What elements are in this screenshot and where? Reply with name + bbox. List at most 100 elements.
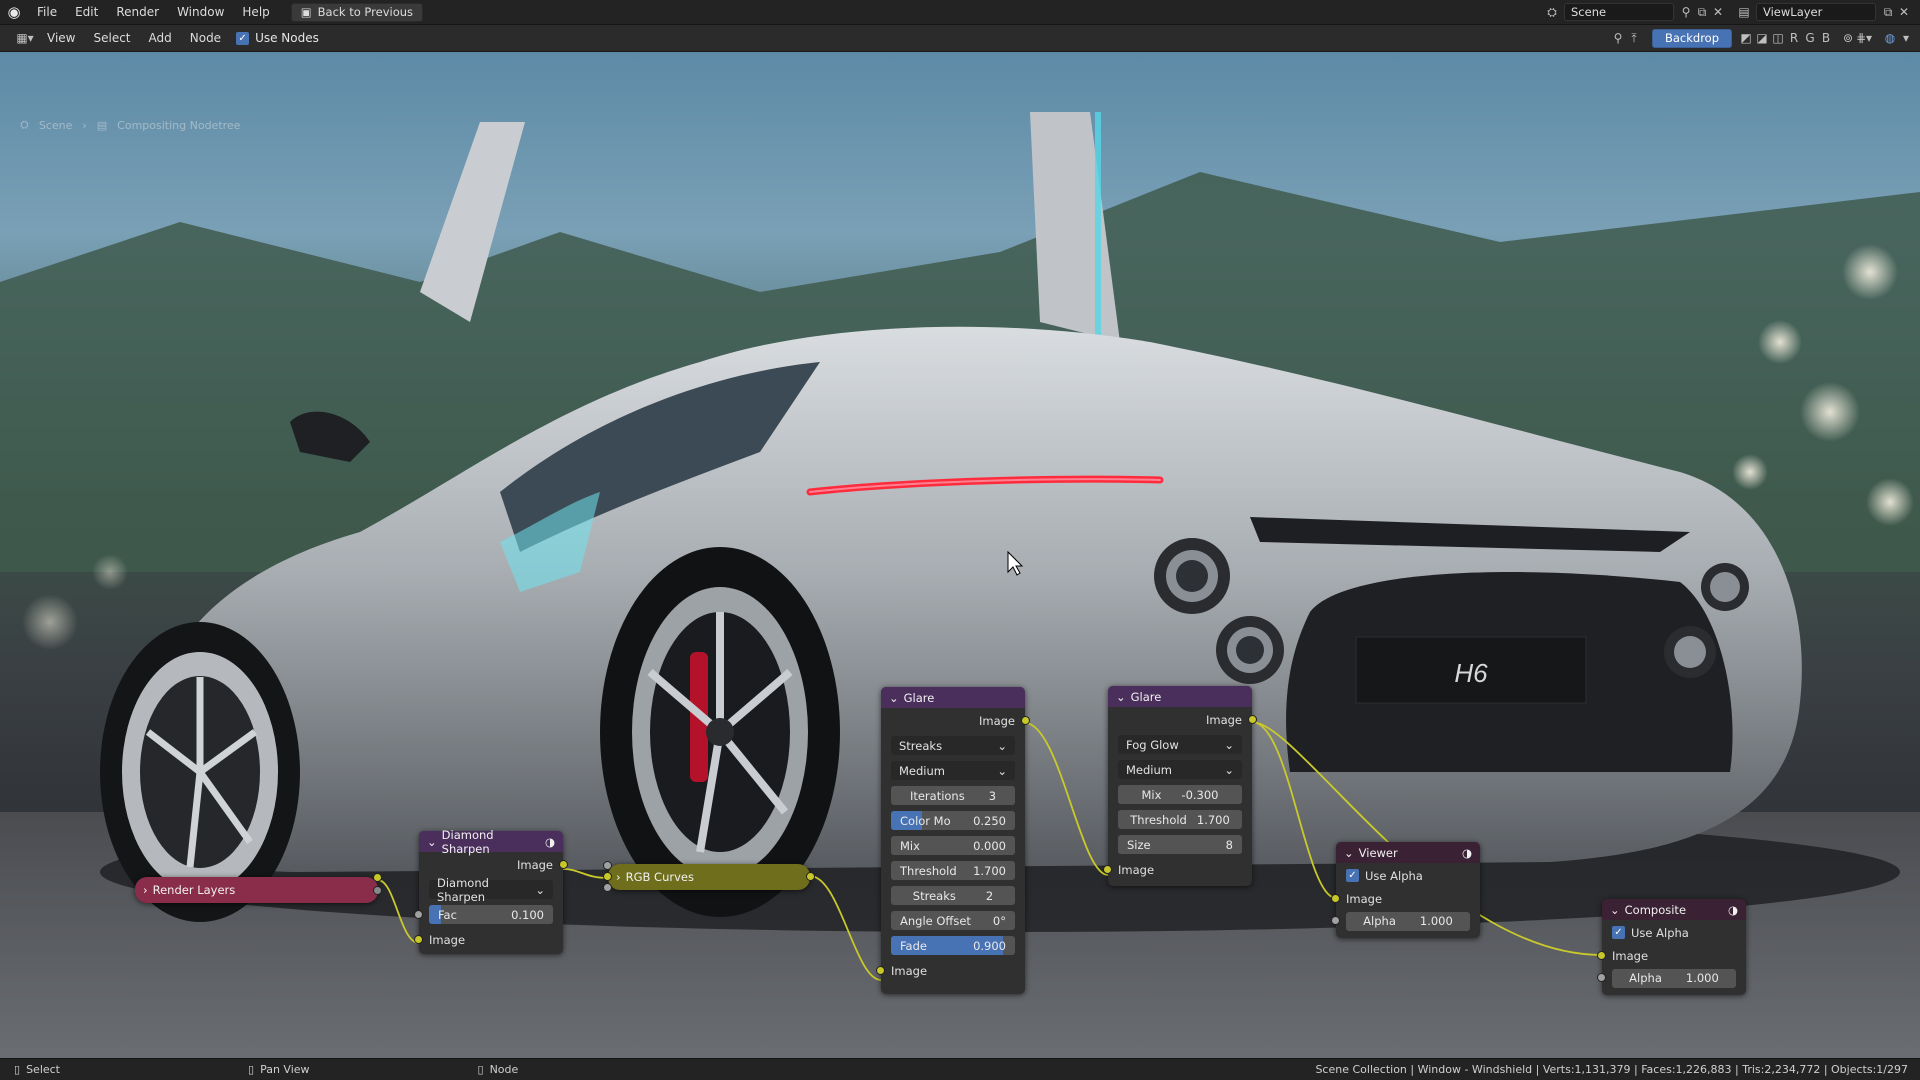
menu-help[interactable]: Help [233, 0, 278, 25]
dropdown-value: Diamond Sharpen [437, 875, 489, 904]
socket-image-input[interactable] [1597, 951, 1606, 960]
field-label: Mix [1141, 787, 1162, 802]
menu-edit[interactable]: Edit [66, 0, 107, 25]
checkmark-icon: ✓ [236, 31, 250, 45]
color-modulation-field[interactable]: Color Mo 0.250 [891, 811, 1015, 830]
blender-logo-icon[interactable]: ◉ [0, 0, 28, 25]
chevron-down-icon[interactable]: ⌄ [1344, 846, 1354, 860]
overlays-dropdown-icon[interactable]: ▾ [1898, 30, 1914, 46]
iterations-field[interactable]: Iterations 3 [891, 786, 1015, 805]
socket-image-output[interactable] [559, 860, 568, 869]
snap-icon[interactable]: ⊚ [1840, 30, 1856, 46]
node-render-layers[interactable]: › Render Layers [135, 873, 382, 903]
threshold-field[interactable]: Threshold 1.700 [1118, 810, 1242, 829]
node-composite[interactable]: ⌄ Composite ◑ ✓ Use Alpha Image Alpha 1.… [1597, 899, 1746, 995]
scene-name-field[interactable]: Scene [1564, 3, 1674, 21]
field-value: 0.000 [973, 838, 1006, 853]
chevron-right-icon[interactable]: › [143, 883, 148, 897]
menu-render[interactable]: Render [107, 0, 168, 25]
preview-sphere-icon[interactable]: ◑ [545, 835, 555, 849]
chevron-down-icon[interactable]: ⌄ [427, 835, 437, 849]
socket-fac-input[interactable] [414, 910, 423, 919]
socket-image-output[interactable] [373, 873, 382, 882]
channel-g-button[interactable]: G [1802, 30, 1818, 46]
viewlayer-browse-icon[interactable]: ▤ [1736, 4, 1752, 20]
socket-image-output[interactable] [1021, 716, 1030, 725]
back-to-previous-button[interactable]: ▣ Back to Previous [290, 2, 424, 22]
quality-dropdown[interactable]: Medium ⌄ [891, 761, 1015, 780]
fade-field[interactable]: Fade 0.900 [891, 936, 1015, 955]
snap-settings-icon[interactable]: ⋕▾ [1856, 30, 1872, 46]
overlays-icon[interactable]: ◍ [1882, 30, 1898, 46]
threshold-row: Threshold 1.700 [1108, 807, 1252, 832]
alpha-field[interactable]: Alpha 1.000 [1612, 968, 1736, 988]
socket-image-input[interactable] [876, 966, 885, 975]
chevron-right-icon[interactable]: › [616, 870, 621, 884]
delete-viewlayer-icon[interactable]: ✕ [1896, 4, 1912, 20]
node-rgb-curves[interactable]: › RGB Curves [603, 861, 815, 892]
use-alpha-checkbox[interactable]: ✓ Use Alpha [1346, 869, 1423, 883]
node-diamond-sharpen[interactable]: ⌄ Diamond Sharpen ◑ Image Diamond Sharpe… [414, 828, 568, 954]
node-glare-fog-glow[interactable]: ⌄ Glare Image Fog Glow ⌄ Medium ⌄ Mix -0… [1103, 686, 1257, 886]
node-glare-streaks[interactable]: ⌄ Glare Image Streaks ⌄ Medium ⌄ Iterati… [876, 687, 1030, 994]
pin-icon[interactable]: ⚲ [1610, 30, 1626, 46]
socket-fac-input[interactable] [603, 861, 612, 870]
filter-type-dropdown[interactable]: Diamond Sharpen ⌄ [429, 876, 553, 904]
menu-node[interactable]: Node [181, 26, 230, 51]
glare-type-dropdown[interactable]: Fog Glow ⌄ [1118, 735, 1242, 754]
socket-image-output[interactable] [1248, 715, 1257, 724]
new-viewlayer-icon[interactable]: ⧉ [1880, 4, 1896, 20]
backdrop-image-icon[interactable]: ◩ [1738, 30, 1754, 46]
glare-type-dropdown[interactable]: Streaks ⌄ [891, 736, 1015, 755]
socket-image-input[interactable] [1331, 894, 1340, 903]
socket-alpha-input[interactable] [1597, 973, 1606, 982]
use-alpha-checkbox[interactable]: ✓ Use Alpha [1612, 926, 1689, 940]
socket-alpha-output[interactable] [373, 886, 382, 895]
menu-add[interactable]: Add [140, 26, 181, 51]
menu-window[interactable]: Window [168, 0, 233, 25]
delete-scene-icon[interactable]: ✕ [1710, 4, 1726, 20]
threshold-field[interactable]: Threshold 1.700 [891, 861, 1015, 880]
backdrop-button[interactable]: Backdrop [1652, 28, 1732, 48]
output-label: Image [1205, 712, 1242, 727]
socket-image-input[interactable] [603, 872, 612, 881]
field-label: Mix [900, 838, 920, 853]
node-viewer[interactable]: ⌄ Viewer ◑ ✓ Use Alpha Image Alpha 1.000 [1331, 842, 1480, 938]
parent-tree-icon[interactable]: ⤒ [1626, 30, 1642, 46]
socket-alpha-input[interactable] [1331, 916, 1340, 925]
angle-offset-field[interactable]: Angle Offset 0° [891, 911, 1015, 930]
viewlayer-name-field[interactable]: ViewLayer [1756, 3, 1876, 21]
scene-browse-icon[interactable]: ⛭ [1544, 4, 1560, 20]
streaks-field[interactable]: Streaks 2 [891, 886, 1015, 905]
menu-file[interactable]: File [28, 0, 66, 25]
chevron-down-icon[interactable]: ⌄ [889, 691, 899, 705]
size-field[interactable]: Size 8 [1118, 835, 1242, 854]
chevron-down-icon[interactable]: ⌄ [1116, 690, 1126, 704]
socket-image-input[interactable] [1103, 865, 1112, 874]
input-label: Image [429, 932, 466, 947]
backdrop-alpha-only-icon[interactable]: ◫ [1770, 30, 1786, 46]
filter-type-row: Diamond Sharpen ⌄ [419, 876, 563, 904]
quality-dropdown[interactable]: Medium ⌄ [1118, 760, 1242, 779]
new-scene-icon[interactable]: ⧉ [1694, 4, 1710, 20]
use-nodes-toggle[interactable]: ✓ Use Nodes [236, 31, 319, 45]
editor-type-icon[interactable]: ▦▾ [12, 30, 38, 46]
preview-sphere-icon[interactable]: ◑ [1728, 903, 1738, 917]
mix-field[interactable]: Mix 0.000 [891, 836, 1015, 855]
socket-image-input[interactable] [414, 935, 423, 944]
mix-field[interactable]: Mix -0.300 [1118, 785, 1242, 804]
channel-r-button[interactable]: R [1786, 30, 1802, 46]
backdrop-alpha-icon[interactable]: ◪ [1754, 30, 1770, 46]
menu-view[interactable]: View [38, 26, 84, 51]
socket-black-input[interactable] [603, 883, 612, 892]
fac-field[interactable]: Fac 0.100 [429, 905, 553, 924]
socket-image-output[interactable] [806, 872, 815, 881]
menu-select[interactable]: Select [84, 26, 139, 51]
pin-icon[interactable]: ⚲ [1678, 4, 1694, 20]
chevron-down-icon[interactable]: ⌄ [1610, 903, 1620, 917]
preview-sphere-icon[interactable]: ◑ [1462, 846, 1472, 860]
quality-row: Medium ⌄ [881, 758, 1025, 783]
channel-b-button[interactable]: B [1818, 30, 1834, 46]
node-editor-backdrop[interactable]: H6 ⛭ Scene › ▤ Compositing Nodetree › Re… [0, 52, 1920, 1058]
alpha-field[interactable]: Alpha 1.000 [1346, 911, 1470, 931]
